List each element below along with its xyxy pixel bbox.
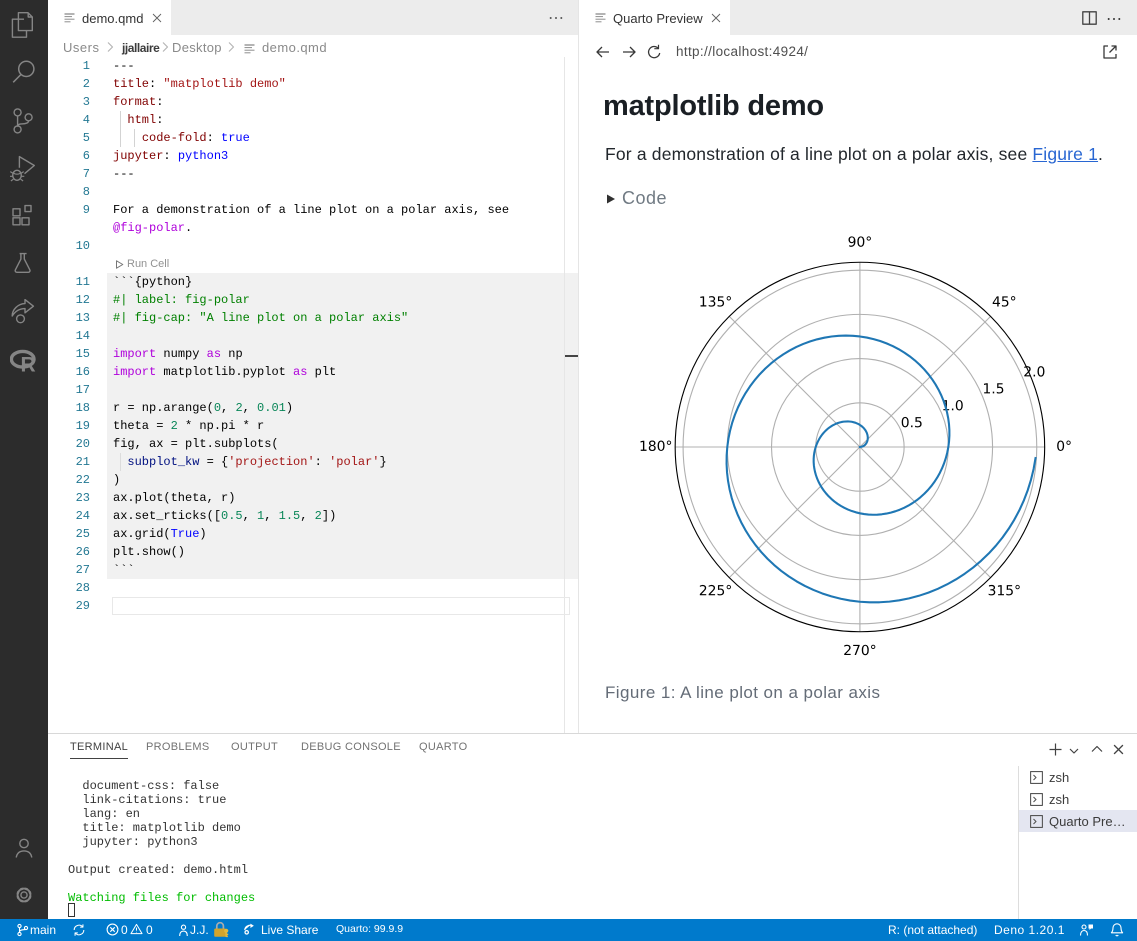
svg-text:R: R	[21, 354, 36, 375]
